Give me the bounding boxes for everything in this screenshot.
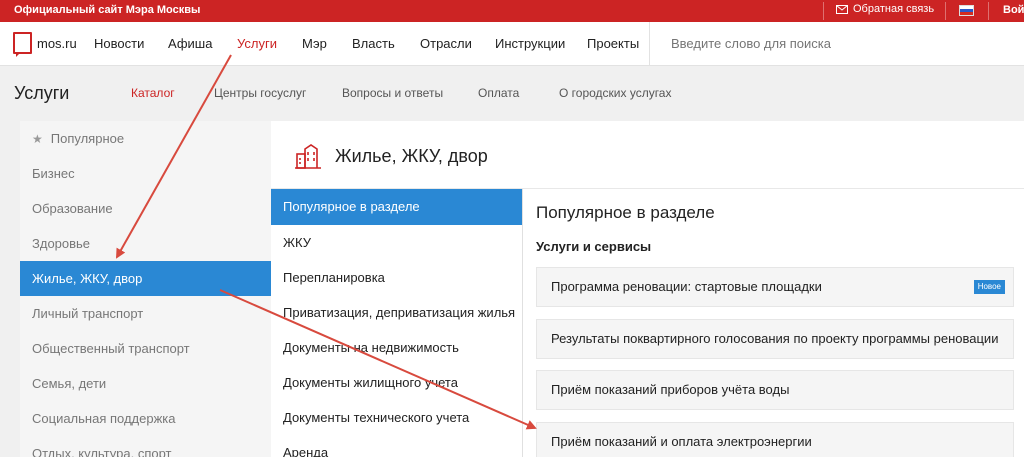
tab-service-centers[interactable]: Центры госуслуг <box>214 86 306 100</box>
service-label: Приём показаний приборов учёта воды <box>551 382 790 397</box>
top-bar: Официальный сайт Мэра Москвы Обратная св… <box>0 0 1024 22</box>
search-input[interactable] <box>671 36 1001 51</box>
category-personal-transport[interactable]: Личный транспорт <box>20 296 271 331</box>
section-title: Жилье, ЖКУ, двор <box>335 145 488 166</box>
category-education[interactable]: Образование <box>20 191 271 226</box>
service-card[interactable]: Результаты поквартирного голосования по … <box>536 319 1014 359</box>
separator <box>945 2 946 20</box>
subcategory-replanning[interactable]: Перепланировка <box>271 260 522 296</box>
category-popular[interactable]: ★ Популярное <box>20 121 271 156</box>
logo[interactable]: mos.ru <box>13 32 77 57</box>
nav-item-news[interactable]: Новости <box>94 36 144 51</box>
nav-divider <box>649 22 650 66</box>
nav-item-industries[interactable]: Отрасли <box>420 36 472 51</box>
category-business[interactable]: Бизнес <box>20 156 271 191</box>
main-nav: mos.ru Новости Афиша Услуги Мэр Власть О… <box>0 22 1024 66</box>
logo-text: mos.ru <box>37 35 77 51</box>
feedback-link[interactable]: Обратная связь <box>836 3 934 15</box>
subcategory-popular[interactable]: Популярное в разделе <box>271 189 522 225</box>
nav-item-government[interactable]: Власть <box>352 36 395 51</box>
service-card[interactable]: Программа реновации: стартовые площадки … <box>536 267 1014 307</box>
section-panel: Жилье, ЖКУ, двор Популярное в разделе ЖК… <box>271 121 1024 457</box>
category-leisure[interactable]: Отдых, культура, спорт <box>20 436 271 457</box>
envelope-icon <box>836 4 848 14</box>
category-social-support[interactable]: Социальная поддержка <box>20 401 271 436</box>
nav-item-instructions[interactable]: Инструкции <box>495 36 565 51</box>
column-divider <box>522 189 523 457</box>
subcategory-list: Популярное в разделе ЖКУ Перепланировка … <box>271 189 522 457</box>
category-list: ★ Популярное Бизнес Образование Здоровье … <box>20 121 271 457</box>
subcategory-housing-records[interactable]: Документы жилищного учета <box>271 365 522 401</box>
separator <box>988 2 989 20</box>
subcategory-zhku[interactable]: ЖКУ <box>271 225 522 261</box>
category-label: Популярное <box>50 131 125 146</box>
mos-logo-icon <box>13 32 32 57</box>
tab-faq[interactable]: Вопросы и ответы <box>342 86 443 100</box>
page-title: Услуги <box>14 83 70 103</box>
tab-about-services[interactable]: О городских услугах <box>559 86 671 100</box>
service-label: Программа реновации: стартовые площадки <box>551 279 822 294</box>
login-link[interactable]: Вой <box>1003 4 1024 16</box>
service-label: Приём показаний и оплата электроэнергии <box>551 434 812 449</box>
category-family[interactable]: Семья, дети <box>20 366 271 401</box>
tab-catalog[interactable]: Каталог <box>131 86 175 100</box>
nav-item-afisha[interactable]: Афиша <box>168 36 212 51</box>
service-card[interactable]: Приём показаний приборов учёта воды <box>536 370 1014 410</box>
feedback-label: Обратная связь <box>853 3 935 15</box>
buildings-icon <box>295 144 321 169</box>
new-badge: Новое <box>973 280 1005 294</box>
subcategory-property-documents[interactable]: Документы на недвижимость <box>271 330 522 366</box>
tab-payment[interactable]: Оплата <box>478 86 519 100</box>
site-name[interactable]: Официальный сайт Мэра Москвы <box>14 4 200 16</box>
subcategory-privatization[interactable]: Приватизация, деприватизация жилья <box>271 295 522 331</box>
section-header: Жилье, ЖКУ, двор <box>293 141 488 171</box>
russian-flag-icon[interactable] <box>959 5 974 16</box>
nav-item-services[interactable]: Услуги <box>237 36 277 51</box>
separator <box>823 2 824 20</box>
nav-item-projects[interactable]: Проекты <box>587 36 639 51</box>
category-public-transport[interactable]: Общественный транспорт <box>20 331 271 366</box>
subcategory-technical-records[interactable]: Документы технического учета <box>271 400 522 436</box>
service-card[interactable]: Приём показаний и оплата электроэнергии <box>536 422 1014 457</box>
star-icon: ★ <box>32 132 43 146</box>
category-housing[interactable]: Жилье, ЖКУ, двор <box>20 261 271 296</box>
nav-item-mayor[interactable]: Мэр <box>302 36 327 51</box>
category-health[interactable]: Здоровье <box>20 226 271 261</box>
subcategory-rent[interactable]: Аренда <box>271 435 522 457</box>
content-heading: Популярное в разделе <box>536 203 715 222</box>
service-label: Результаты поквартирного голосования по … <box>551 331 999 346</box>
content-subheading: Услуги и сервисы <box>536 239 652 254</box>
services-subheader: Услуги Каталог Центры госуслуг Вопросы и… <box>0 67 1024 121</box>
